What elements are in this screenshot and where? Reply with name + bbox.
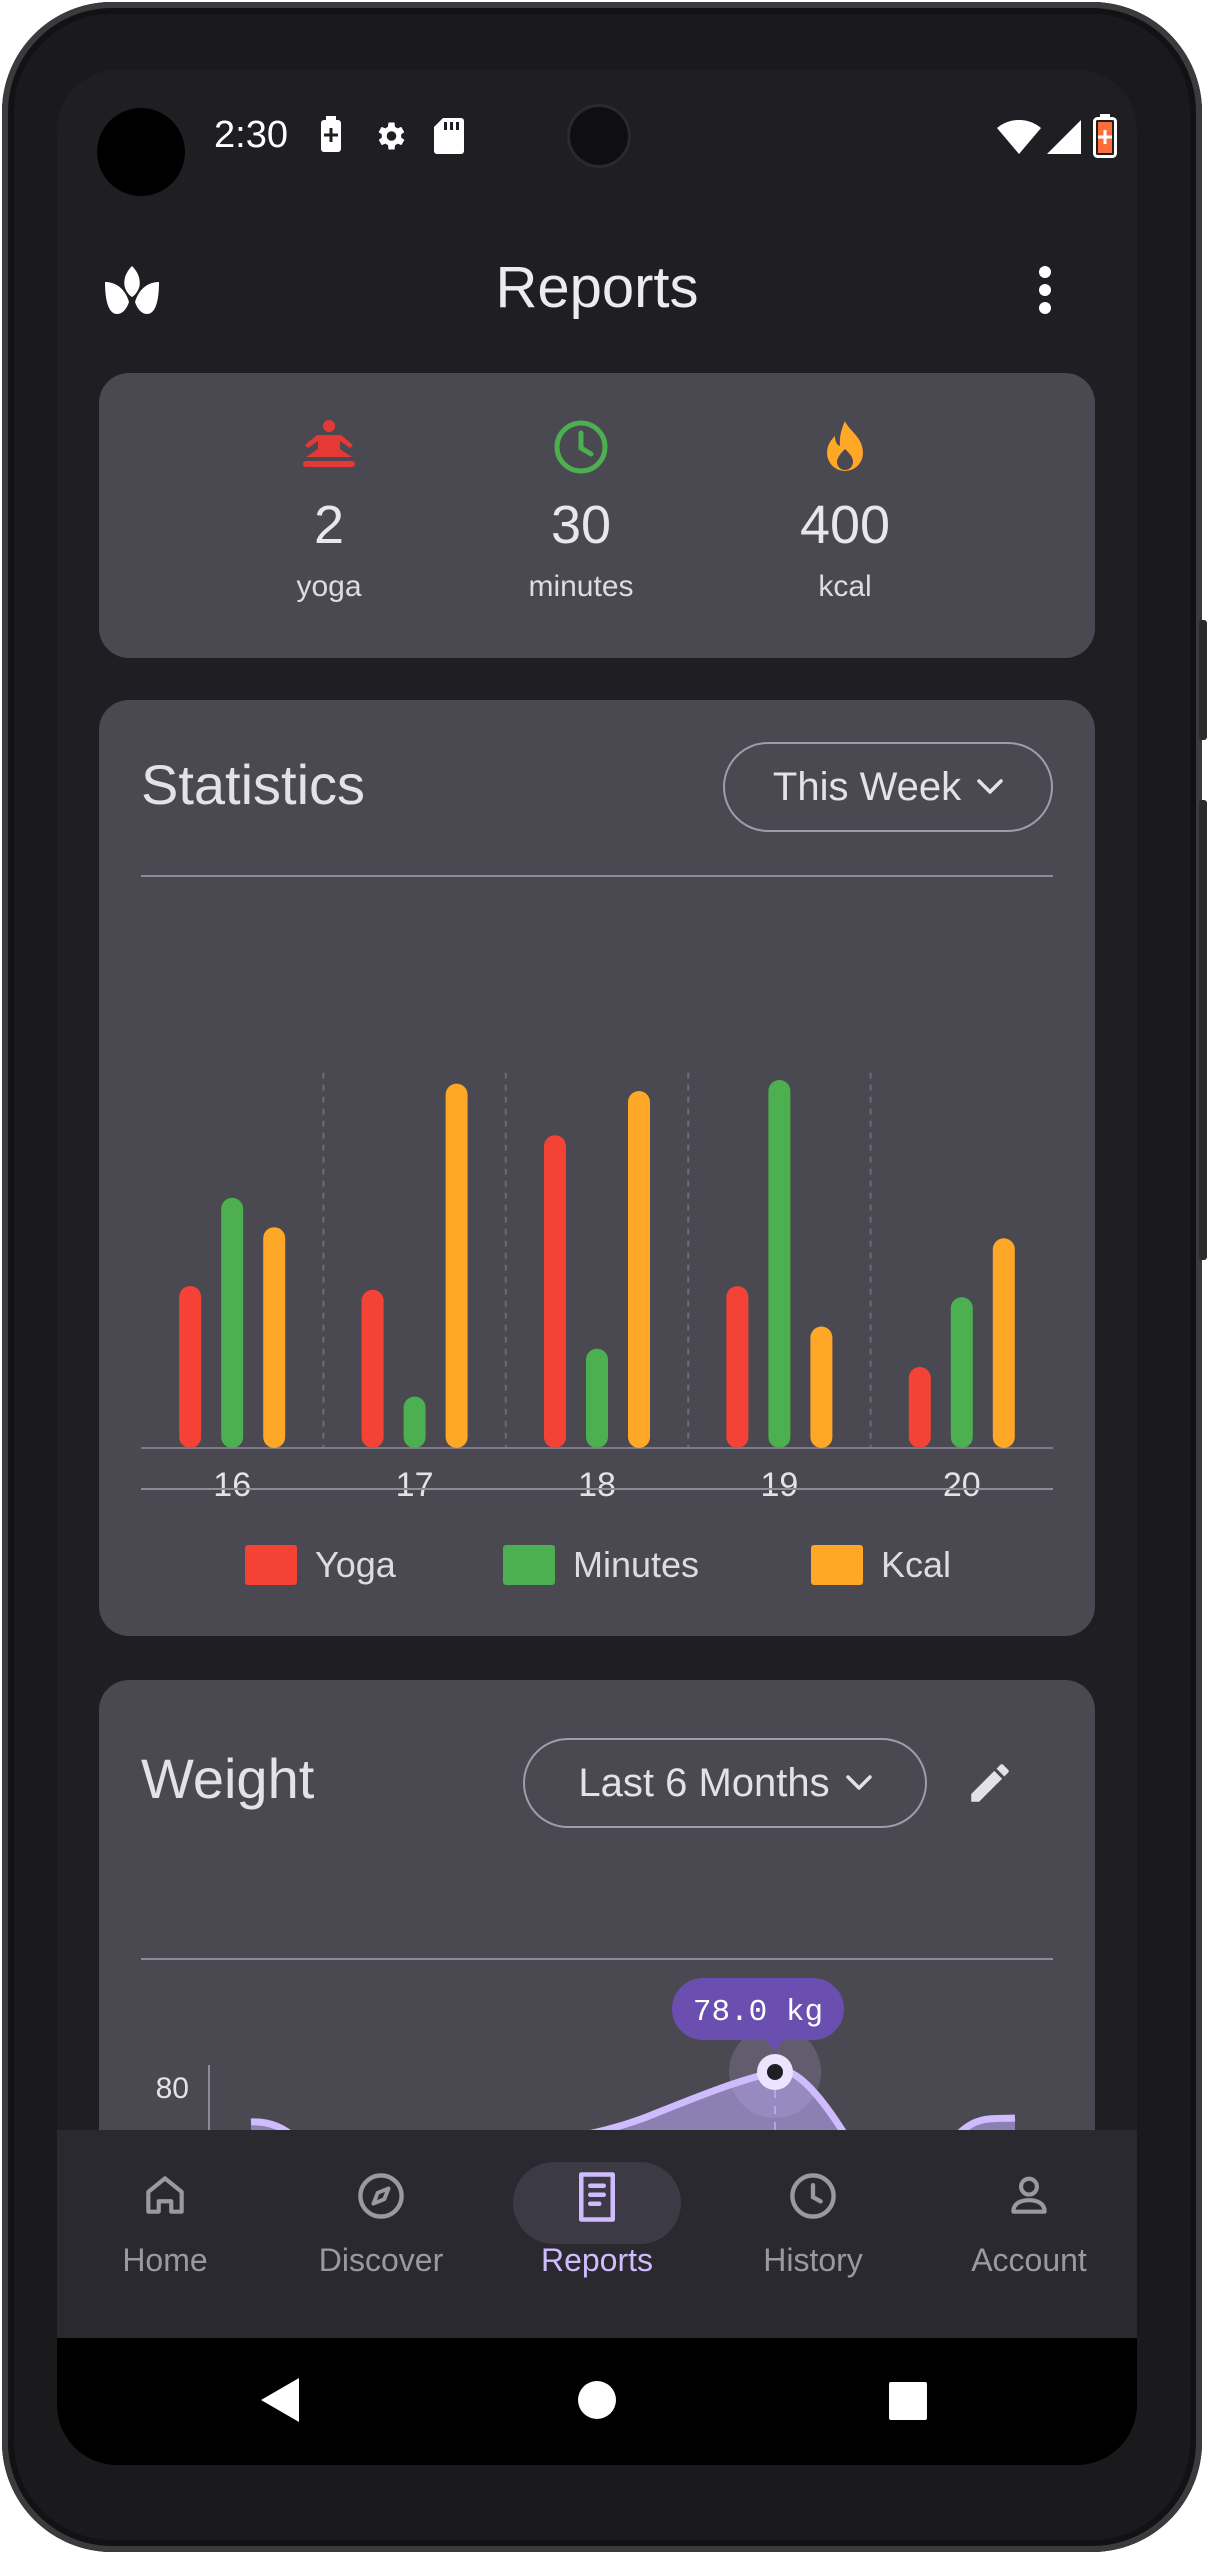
summary-kcal-label: kcal <box>818 570 872 603</box>
home-circle-icon[interactable] <box>577 2380 617 2420</box>
signal-icon <box>1047 120 1081 154</box>
settings-icon <box>378 122 405 150</box>
account-icon <box>1011 2176 1047 2214</box>
sd-card-icon <box>434 118 464 154</box>
back-icon[interactable] <box>261 2378 301 2422</box>
front-camera <box>567 104 631 168</box>
weight-tooltip: 78.0 kg <box>693 1995 823 2030</box>
chart-x-tick-label: 19 <box>760 1466 798 1504</box>
bottom-navigation: Home Discover Reports History Account <box>57 2130 1137 2338</box>
notification-dot <box>97 108 185 196</box>
phone-volume-button <box>1199 800 1207 1260</box>
summary-kcal: 400 kcal <box>745 419 945 604</box>
nav-discover[interactable]: Discover <box>273 2130 489 2338</box>
summary-card: 2 yoga 30 minutes 400 kcal <box>99 373 1095 658</box>
system-navigation-bar <box>57 2338 1137 2465</box>
summary-minutes: 30 minutes <box>481 419 681 604</box>
bar-yoga-18 <box>544 1135 566 1448</box>
summary-minutes-label: minutes <box>528 570 634 603</box>
bar-kcal-19 <box>810 1326 833 1448</box>
recents-square-icon[interactable] <box>889 2382 927 2420</box>
bar-kcal-20 <box>992 1238 1015 1448</box>
wifi-icon <box>997 120 1041 154</box>
nav-history[interactable]: History <box>705 2130 921 2338</box>
summary-yoga-label: yoga <box>296 570 362 603</box>
nav-discover-label: Discover <box>318 2242 444 2278</box>
chart-x-tick-label: 16 <box>213 1466 251 1504</box>
chart-x-tick-label: 20 <box>943 1466 981 1504</box>
nav-account-label: Account <box>971 2242 1087 2278</box>
legend-kcal: Kcal <box>811 1544 951 1586</box>
legend-minutes: Minutes <box>503 1544 699 1586</box>
nav-home[interactable]: Home <box>57 2130 273 2338</box>
yoga-icon <box>303 420 355 467</box>
chart-x-tick-label: 18 <box>578 1466 616 1504</box>
bar-kcal-17 <box>445 1083 468 1448</box>
legend-swatch-yoga <box>245 1545 297 1585</box>
statistics-bar-chart: 16 17 18 19 20 <box>141 1072 1053 1504</box>
status-time: 2:30 <box>214 114 288 156</box>
phone-side-button <box>1199 620 1207 740</box>
bar-kcal-18 <box>628 1091 650 1448</box>
bar-yoga-20 <box>908 1367 931 1448</box>
summary-yoga-value: 2 <box>313 495 345 555</box>
status-bar: 2:30 <box>57 70 1137 200</box>
compass-icon <box>358 2173 404 2219</box>
legend-label-minutes: Minutes <box>573 1544 700 1585</box>
nav-account[interactable]: Account <box>921 2130 1137 2338</box>
screen: 2:30 Reports 2 yoga 30 minutes 400 kcal … <box>57 70 1137 2465</box>
weight-marker-center <box>767 2064 783 2080</box>
bar-minutes-16 <box>221 1197 244 1448</box>
bar-minutes-20 <box>950 1297 973 1448</box>
chart-x-tick-label: 17 <box>396 1466 434 1504</box>
nav-reports-label: Reports <box>540 2242 654 2278</box>
weight-card: Weight Last 6 Months 80 75 <box>99 1680 1095 2180</box>
nav-home-label: Home <box>122 2242 208 2278</box>
battery-saver-icon <box>321 116 341 152</box>
legend-label-kcal: Kcal <box>881 1544 952 1585</box>
legend-swatch-kcal <box>811 1545 863 1585</box>
home-icon <box>146 2176 184 2214</box>
summary-yoga: 2 yoga <box>229 419 429 604</box>
nav-reports[interactable]: Reports <box>489 2130 705 2338</box>
more-vert-icon[interactable] <box>1035 264 1055 316</box>
bar-minutes-17 <box>403 1396 426 1448</box>
bar-minutes-19 <box>768 1080 791 1448</box>
bar-yoga-19 <box>726 1286 749 1448</box>
statistics-card: Statistics This Week 16 17 18 19 20 Yoga Min… <box>99 700 1095 1636</box>
legend-label-yoga: Yoga <box>315 1544 396 1585</box>
clock-icon <box>554 420 608 474</box>
weight-area-chart: 80 75 78.0 kg <box>156 1978 1016 2180</box>
report-icon <box>579 2172 615 2222</box>
nav-history-label: History <box>763 2242 863 2278</box>
summary-kcal-value: 400 <box>799 495 891 555</box>
page-title: Reports <box>495 255 699 320</box>
legend-yoga: Yoga <box>245 1544 396 1586</box>
flame-icon <box>827 421 863 471</box>
bar-yoga-17 <box>361 1289 384 1448</box>
summary-minutes-value: 30 <box>550 495 612 555</box>
battery-icon <box>1093 114 1117 158</box>
weight-ytick-80: 80 <box>156 2072 189 2105</box>
history-icon <box>790 2173 836 2219</box>
bar-yoga-16 <box>179 1286 202 1448</box>
statistics-divider-bottom <box>141 1488 1053 1490</box>
legend-swatch-minutes <box>503 1545 555 1585</box>
bar-kcal-16 <box>263 1227 286 1448</box>
bar-minutes-18 <box>586 1348 608 1448</box>
